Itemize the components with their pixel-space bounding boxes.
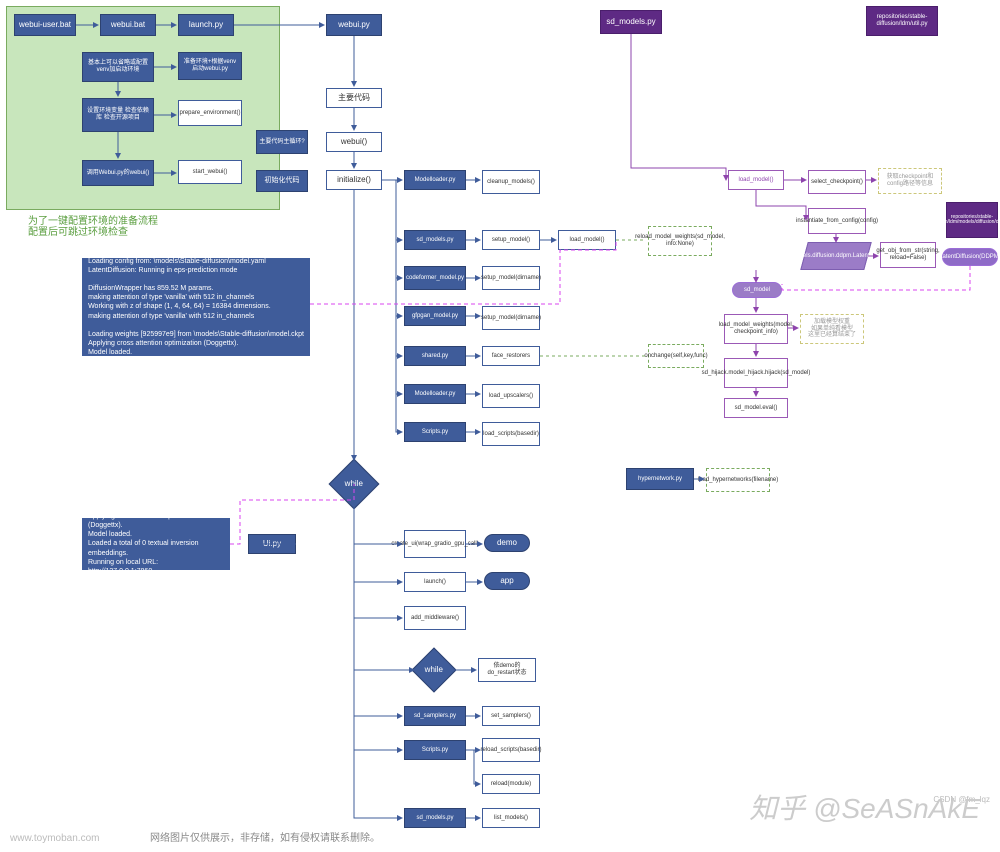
- node-sd-models2: sd_models.py: [404, 808, 466, 828]
- node-ldm-models: ldm.models.diffusion.ddpm.LatentDiffusio…: [800, 242, 872, 270]
- node-add-mid: add_middleware(): [404, 606, 466, 630]
- node-setup-dir2: setup_model(dirname): [482, 306, 540, 330]
- node-note-right: 加载模型权重 如果单纯看模型 这里已经算结束了: [800, 314, 864, 344]
- node-eval: sd_model.eval(): [724, 398, 788, 418]
- node-sd-samplers: sd_samplers.py: [404, 706, 466, 726]
- node-load-model-purple: load_model(): [728, 170, 784, 190]
- node-codeformer: codeformer_model.py: [404, 266, 466, 290]
- node-scripts2: Scripts.py: [404, 740, 466, 760]
- node-sd-models: sd_models.py: [404, 230, 466, 250]
- node-get-ckpt: 获取checkpoint和config路径等信息: [878, 168, 942, 194]
- node-face: face_restorers: [482, 346, 540, 366]
- node-load-model-outlined: load_model(): [558, 230, 616, 250]
- node-prepare-env: prepare_environment(): [178, 100, 242, 126]
- node-webui-user-bat: webui-user.bat: [14, 14, 76, 36]
- node-select-ckpt: select_checkpoint(): [808, 170, 866, 194]
- node-modelloader1: Modelloader.py: [404, 170, 466, 190]
- node-while: while: [329, 459, 380, 510]
- node-main-loop: 主要代码主循环?: [256, 130, 308, 154]
- node-gfpgan: gfpgan_model.py: [404, 306, 466, 326]
- node-scripts1: Scripts.py: [404, 422, 466, 442]
- node-cleanup: cleanup_models(): [482, 170, 540, 194]
- node-webui-py: webui.py: [326, 14, 382, 36]
- node-launch: launch(): [404, 572, 466, 592]
- node-demo: demo: [484, 534, 530, 552]
- node-repo-ddpm: repositories/stable-diffusion/ldm/models…: [946, 202, 998, 238]
- node-hypernet: hypernetwork.py: [626, 468, 694, 490]
- node-left-n1: 基本上可以省略或配置venv加启动环境: [82, 52, 154, 82]
- node-reload-scripts: reload_scripts(basedir): [482, 738, 540, 762]
- node-create-ui: create_ui(wrap_gradio_gpu_call): [404, 530, 466, 558]
- node-inner-while: while: [411, 647, 456, 692]
- node-load-hyper: load_hypernetworks(filename): [706, 468, 770, 492]
- node-sd-model-label: sd_model: [732, 282, 782, 298]
- node-instantiate: instantiate_from_config(config): [808, 208, 866, 234]
- node-init-code: 初始化代码: [256, 170, 308, 192]
- node-sd-models-py: sd_models.py: [600, 10, 662, 34]
- node-load-scripts: load_scripts(basedir): [482, 422, 540, 446]
- node-list-models: list_models(): [482, 808, 540, 828]
- node-onchange: onchange(self,key,func): [648, 344, 704, 368]
- node-app: app: [484, 572, 530, 590]
- node-main-code: 主要代码: [326, 88, 382, 108]
- node-reload-mod: reload(module): [482, 774, 540, 794]
- node-setup-dir1: setup_model(dirname): [482, 266, 540, 290]
- node-webui-bat: webui.bat: [100, 14, 156, 36]
- node-latent-diff: LatentDiffusion(DDPM): [942, 248, 998, 266]
- node-repo-util: repositories/stable-diffusion/ldm/util.p…: [866, 6, 938, 36]
- node-left-n3: 调用Webui.py的webui(): [82, 160, 154, 186]
- node-ui-py: Ui.py: [248, 534, 296, 554]
- footer-mid: 网络图片仅供展示，非存储，如有侵权请联系删除。: [150, 829, 380, 844]
- node-setup-model: setup_model(): [482, 230, 540, 250]
- node-shared: shared.py: [404, 346, 466, 366]
- node-load-up: load_upscalers(): [482, 384, 540, 408]
- node-restart: 依demo的do_restart状态: [478, 658, 536, 682]
- node-left-n4: 准备环境+根据venv启动webui.py: [178, 52, 242, 80]
- watermark: 知乎 @SeASnAkE: [749, 787, 980, 827]
- node-left-n2: 设置环境变量 检查依赖库 检查开源项目: [82, 98, 154, 132]
- node-start-webui: start_webui(): [178, 160, 242, 184]
- node-get-obj: get_obj_from_str(string, reload=False): [880, 242, 936, 268]
- node-reload-weights: reload_model_weights(sd_model, info:None…: [648, 226, 712, 256]
- node-load-weights: load_model_weights(model, checkpoint_inf…: [724, 314, 788, 344]
- note-config: Loading config from: \models\Stable-diff…: [82, 258, 310, 356]
- note-ui: Applying cross attention optimization (D…: [82, 518, 230, 570]
- node-hijack: sd_hijack.model_hijack.hijack(sd_model): [724, 358, 788, 388]
- node-launch-py: launch.py: [178, 14, 234, 36]
- node-webui-fn: webui(): [326, 132, 382, 152]
- node-set-samplers: set_samplers(): [482, 706, 540, 726]
- node-initialize: initialize(): [326, 170, 382, 190]
- node-modelloader2: Modelloader.py: [404, 384, 466, 404]
- green-zone-label: 为了一键配置环境的准备流程 配置后可跳过环境检查: [8, 214, 178, 240]
- footer-left: www.toymoban.com: [10, 833, 99, 844]
